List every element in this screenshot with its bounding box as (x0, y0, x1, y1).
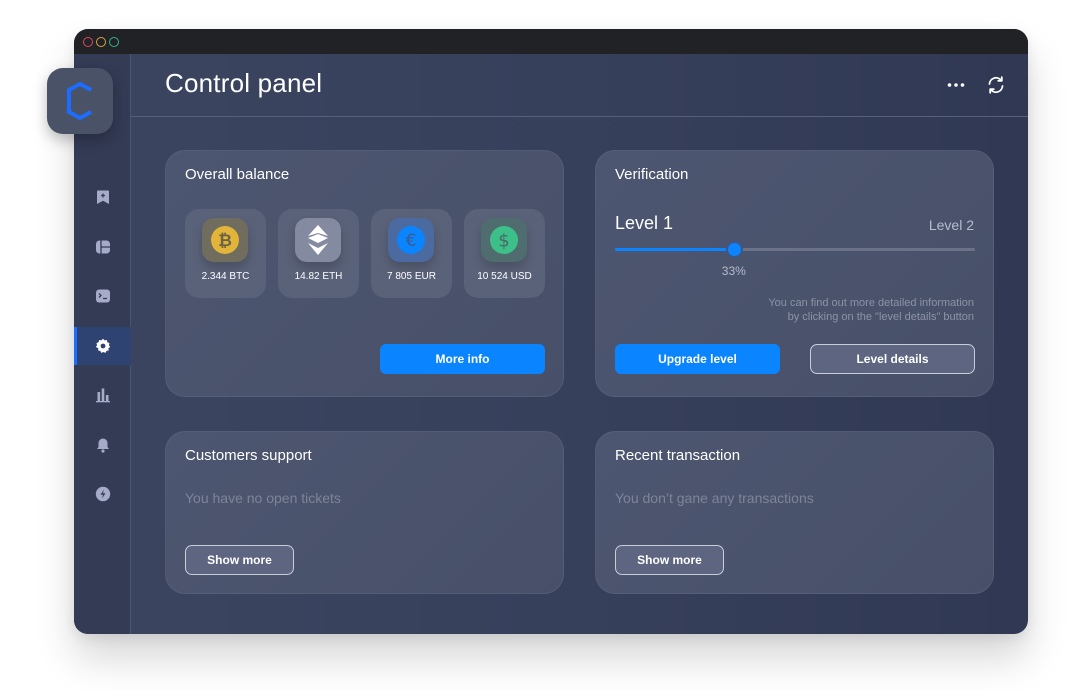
coin-balance: 10 524 USD (477, 271, 532, 282)
refresh-icon (988, 76, 1004, 94)
bell-icon (96, 438, 109, 453)
gear-icon (95, 338, 110, 353)
coin-icon-bg: ₿ (202, 218, 248, 262)
svg-text:₿: ₿ (218, 231, 232, 251)
level-info-text: You can find out more detailed informati… (674, 296, 974, 324)
title-bar (74, 29, 1028, 54)
refresh-button[interactable] (985, 74, 1007, 96)
progress-percent: 33% (721, 264, 746, 278)
hexagon-c-logo-icon (67, 81, 92, 121)
verification-card: Verification Level 1 Level 2 33% You can… (595, 150, 994, 397)
page-title: Control panel (165, 68, 323, 98)
sidebar (74, 54, 131, 634)
coin-icon-bg: € (388, 218, 434, 262)
sidebar-item-layout[interactable] (74, 228, 131, 266)
close-window-button[interactable] (83, 37, 93, 47)
coin-tile-usd[interactable]: $ 10 524 USD (464, 209, 545, 298)
support-show-more-button[interactable]: Show more (185, 545, 294, 575)
card-title: Verification (615, 166, 689, 183)
coin-tile-eur[interactable]: € 7 805 EUR (371, 209, 452, 298)
ethereum-icon (308, 225, 328, 255)
svg-text:€: € (406, 231, 417, 251)
progress-thumb[interactable] (725, 241, 743, 258)
euro-icon: € (397, 226, 425, 254)
coin-tile-eth[interactable]: 14.82 ETH (278, 209, 359, 298)
sidebar-item-statistics[interactable] (74, 376, 131, 414)
header-divider (131, 116, 1028, 117)
coin-balance: 14.82 ETH (294, 271, 343, 282)
upgrade-level-button[interactable]: Upgrade level (615, 344, 780, 374)
more-options-button[interactable] (944, 75, 968, 95)
card-title: Customers support (185, 447, 312, 464)
level-progress-slider[interactable] (615, 241, 975, 258)
minimize-window-button[interactable] (96, 37, 106, 47)
lightning-icon (95, 486, 110, 502)
bitcoin-icon: ₿ (211, 226, 239, 254)
svg-text:$: $ (498, 231, 509, 252)
bookmark-add-icon (96, 190, 109, 204)
info-line: You can find out more detailed informati… (768, 297, 974, 309)
customers-support-card: Customers support You have no open ticke… (165, 431, 564, 594)
sidebar-item-bookmarks[interactable] (74, 178, 131, 216)
dollar-icon: $ (490, 226, 518, 254)
recent-transaction-card: Recent transaction You don’t gane any tr… (595, 431, 994, 594)
card-title: Recent transaction (615, 447, 741, 464)
sidebar-item-settings[interactable] (74, 327, 131, 365)
transactions-show-more-button[interactable]: Show more (615, 545, 724, 575)
terminal-icon (95, 289, 110, 303)
next-level: Level 2 (928, 217, 974, 233)
coin-balance: 2.344 BTC (201, 271, 250, 282)
level-details-button[interactable]: Level details (810, 344, 975, 374)
sidebar-item-notifications[interactable] (74, 426, 131, 464)
overall-balance-card: Overall balance ₿ 2.344 BTC 14.82 ETH € (165, 150, 564, 397)
more-info-button[interactable]: More info (380, 344, 545, 374)
more-horizontal-icon (947, 83, 965, 87)
empty-state-text: You don’t gane any transactions (615, 490, 814, 506)
bar-chart-icon (95, 388, 110, 403)
coin-icon-bg: $ (481, 218, 527, 262)
coin-icon-bg (295, 218, 341, 262)
app-logo[interactable] (47, 68, 113, 134)
current-level: Level 1 (615, 213, 674, 233)
info-line: by clicking on the "level details" butto… (787, 311, 974, 323)
empty-state-text: You have no open tickets (185, 490, 341, 506)
layout-icon (95, 240, 110, 254)
sidebar-item-terminal[interactable] (74, 277, 131, 315)
progress-fill (615, 248, 734, 251)
maximize-window-button[interactable] (109, 37, 119, 47)
coin-balance: 7 805 EUR (387, 271, 436, 282)
sidebar-item-activity[interactable] (74, 475, 131, 513)
coin-tile-btc[interactable]: ₿ 2.344 BTC (185, 209, 266, 298)
card-title: Overall balance (185, 166, 290, 183)
